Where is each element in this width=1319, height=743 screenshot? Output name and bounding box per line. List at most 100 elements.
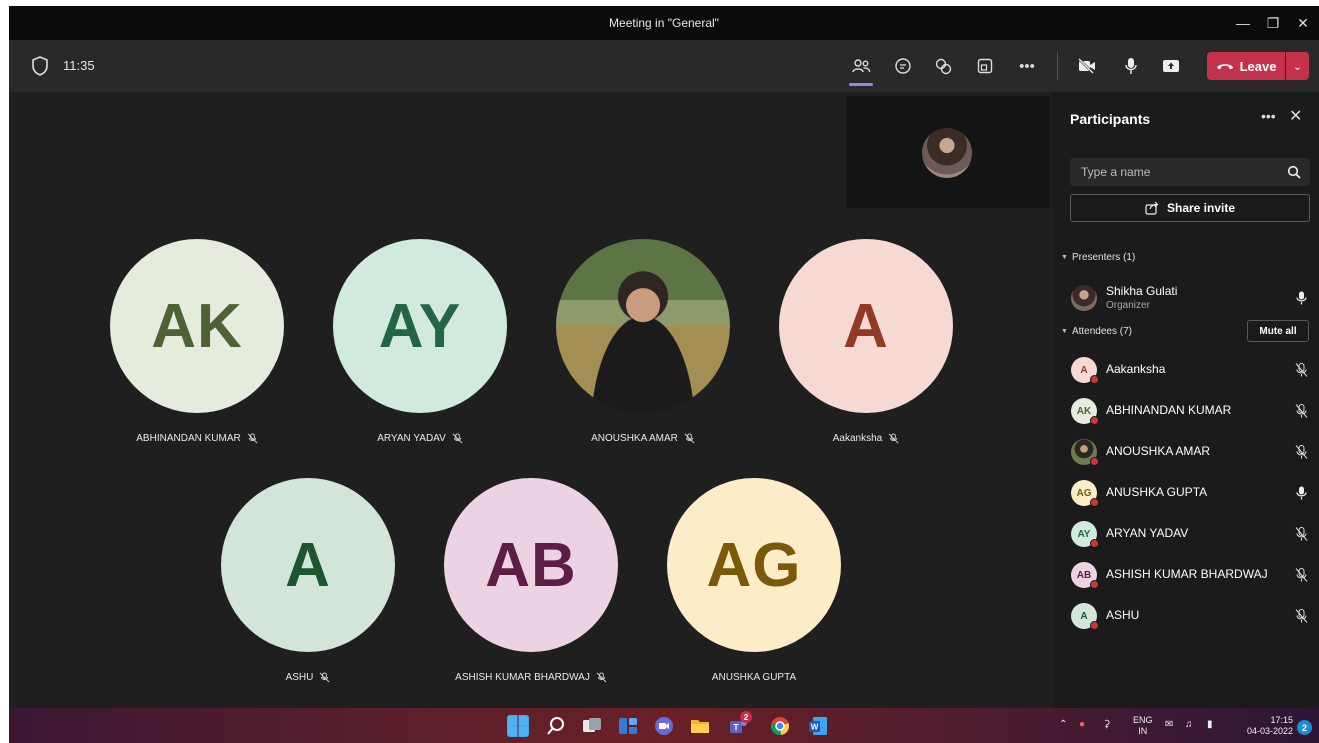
tray-overflow-icon[interactable]: ⌃: [1059, 719, 1067, 730]
participants-panel: Participants ••• ✕ Share invite ▼ Presen…: [1053, 92, 1319, 708]
battery-icon[interactable]: ▮: [1207, 719, 1213, 730]
mute-all-button[interactable]: Mute all: [1247, 320, 1309, 342]
clock[interactable]: 17:15 04-03-2022: [1233, 715, 1293, 737]
network-icon[interactable]: ✉: [1165, 719, 1173, 730]
status-dot: [1090, 416, 1099, 425]
attendee-name: ARYAN YADAV: [1106, 526, 1189, 540]
mic-off-icon: [1295, 363, 1308, 377]
share-icon: [1145, 201, 1159, 215]
chrome-icon[interactable]: [769, 715, 791, 737]
attendee-avatar: AG: [1071, 480, 1099, 507]
participant-tile[interactable]: AK ABHINANDAN KUMAR: [110, 239, 284, 444]
attendee-row[interactable]: AK ABHINANDAN KUMAR: [1071, 397, 1311, 425]
chat-app-icon[interactable]: [653, 715, 675, 737]
search-input[interactable]: [1070, 158, 1280, 186]
attendees-section-toggle[interactable]: ▼ Attendees (7): [1061, 326, 1132, 337]
participant-tile[interactable]: ANOUSHKA AMAR: [556, 239, 730, 444]
close-button[interactable]: ✕: [1285, 10, 1319, 36]
attendee-avatar: AB: [1071, 562, 1099, 589]
toolbar-divider: [1057, 52, 1058, 80]
participant-avatar: AB: [444, 478, 618, 652]
network-alert-icon[interactable]: ●: [1079, 719, 1085, 730]
attendee-row[interactable]: ANOUSHKA AMAR: [1071, 438, 1311, 466]
start-icon[interactable]: [507, 715, 529, 737]
attendee-row[interactable]: AY ARYAN YADAV: [1071, 520, 1311, 548]
widgets-icon[interactable]: [617, 715, 639, 737]
participant-name: ARYAN YADAV: [377, 433, 446, 444]
chat-icon[interactable]: [889, 52, 917, 80]
search-icon[interactable]: [545, 715, 567, 737]
attendee-row[interactable]: A Aakanksha: [1071, 356, 1311, 384]
attendee-row[interactable]: A ASHU: [1071, 602, 1311, 630]
language-indicator[interactable]: ENG IN: [1133, 715, 1153, 737]
participant-name: Aakanksha: [832, 433, 883, 444]
attendee-row[interactable]: AB ASHISH KUMAR BHARDWAJ: [1071, 561, 1311, 589]
attendee-name: ASHU: [1106, 608, 1140, 622]
volume-icon[interactable]: ♫: [1185, 719, 1193, 730]
teams-badge: 2: [740, 711, 752, 723]
share-screen-icon[interactable]: [1157, 52, 1185, 80]
participant-name: ASHISH KUMAR BHARDWAJ: [455, 672, 590, 683]
mic-off-icon: [1295, 527, 1308, 541]
mic-off-icon: [1295, 445, 1308, 459]
participant-tile[interactable]: AB ASHISH KUMAR BHARDWAJ: [444, 478, 618, 683]
leave-dropdown-button[interactable]: ⌄: [1286, 52, 1309, 80]
participant-avatar: AK: [110, 239, 284, 413]
taskbar-time: 17:15: [1270, 715, 1293, 725]
panel-title: Participants: [1070, 111, 1151, 127]
reactions-icon[interactable]: [929, 52, 957, 80]
participant-name: ABHINANDAN KUMAR: [136, 433, 241, 444]
search-icon[interactable]: [1287, 165, 1301, 179]
rooms-icon[interactable]: [971, 52, 999, 80]
teams-icon[interactable]: T 2: [727, 711, 752, 737]
attendee-avatar: AY: [1071, 521, 1099, 548]
microphone-icon[interactable]: [1117, 52, 1145, 80]
mic-off-icon: [1295, 609, 1308, 623]
presenter-name: Shikha Gulati: [1106, 284, 1178, 298]
svg-text:T: T: [733, 723, 739, 733]
title-bar: Meeting in "General" — ❐ ✕: [9, 6, 1319, 40]
status-dot: [1090, 457, 1099, 466]
language-region: IN: [1138, 726, 1148, 736]
panel-close-icon[interactable]: ✕: [1289, 106, 1302, 126]
microphone-icon: [1296, 291, 1307, 305]
taskbar-date: 04-03-2022: [1246, 726, 1293, 736]
search-field[interactable]: [1070, 158, 1310, 186]
hang-up-icon: [1216, 64, 1233, 70]
microphone-tray-icon[interactable]: ⚳: [1103, 719, 1110, 730]
status-dot: [1090, 580, 1099, 589]
leave-button[interactable]: Leave: [1207, 52, 1285, 80]
participant-avatar: A: [221, 478, 395, 652]
chevron-down-icon: ⌄: [1292, 60, 1303, 73]
notification-badge[interactable]: 2: [1297, 720, 1312, 735]
attendees-label: Attendees (7): [1071, 326, 1132, 337]
more-options-icon[interactable]: •••: [1013, 52, 1041, 80]
participant-tile[interactable]: AG ANUSHKA GUPTA: [667, 478, 841, 683]
attendee-avatar: [1071, 439, 1099, 466]
task-view-icon[interactable]: [581, 715, 603, 737]
teams-window: Meeting in "General" — ❐ ✕ 11:35 ••• Lea…: [9, 6, 1319, 743]
taskbar: T 2 W ⌃ ● ⚳ ENG IN ✉ ♫ ▮ 17:15 04-03-202…: [9, 708, 1319, 743]
presenters-section-toggle[interactable]: ▼ Presenters (1): [1061, 252, 1135, 263]
status-dot: [1090, 539, 1099, 548]
camera-off-icon[interactable]: [1073, 52, 1101, 80]
shield-icon: [32, 56, 48, 76]
share-invite-button[interactable]: Share invite: [1070, 194, 1310, 222]
panel-more-icon[interactable]: •••: [1261, 108, 1276, 124]
presenter-row[interactable]: Shikha Gulati Organizer: [1071, 284, 1311, 312]
mic-off-icon: [319, 672, 330, 683]
participant-avatar: AG: [667, 478, 841, 652]
word-icon[interactable]: W: [807, 715, 829, 737]
file-explorer-icon[interactable]: [689, 715, 711, 737]
participant-tile[interactable]: A Aakanksha: [779, 239, 953, 444]
participant-avatar: AY: [333, 239, 507, 413]
attendee-name: Aakanksha: [1106, 362, 1166, 376]
participant-tile[interactable]: A ASHU: [221, 478, 395, 683]
attendee-name: ABHINANDAN KUMAR: [1106, 403, 1232, 417]
participant-name: ASHU: [285, 672, 314, 683]
participants-icon[interactable]: [847, 52, 875, 86]
participant-tile[interactable]: AY ARYAN YADAV: [333, 239, 507, 444]
attendee-row[interactable]: AG ANUSHKA GUPTA: [1071, 479, 1311, 507]
attendee-avatar: A: [1071, 603, 1099, 630]
mic-off-icon: [596, 672, 607, 683]
